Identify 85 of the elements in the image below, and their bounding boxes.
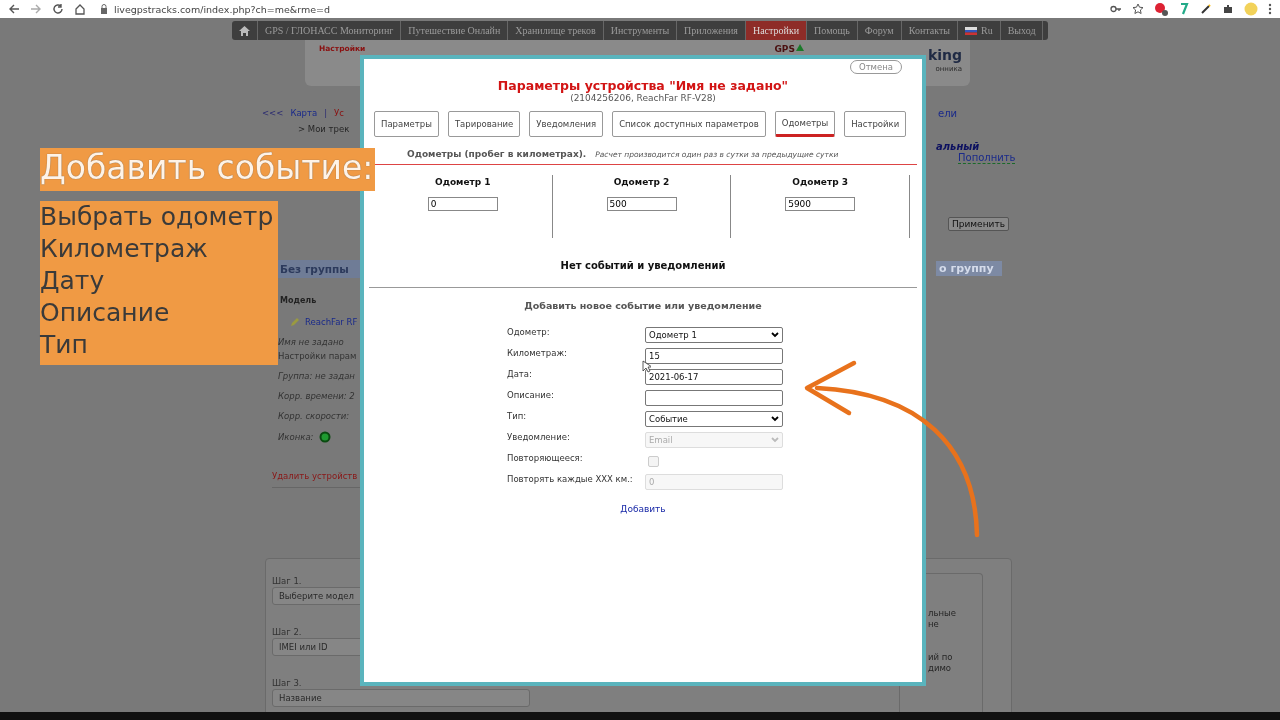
step-label: Шаг 2. [272, 627, 303, 637]
odometer-label: Одометр 2 [613, 177, 670, 187]
device-info: Настройки парам [278, 351, 358, 361]
dialog-title: Параметры устройства "Имя не задано" [496, 78, 790, 93]
info-text: льные [928, 608, 957, 619]
lock-icon [100, 4, 108, 14]
nav-item[interactable]: Настройки [745, 21, 808, 40]
cancel-button[interactable]: Отмена [849, 60, 902, 74]
step-label: Шаг 1. [272, 576, 303, 586]
step-label: Шаг 3. [272, 678, 303, 688]
field-label: Описание: [507, 390, 555, 400]
top-up-link[interactable]: Пополнить [958, 152, 1016, 164]
field-label: Уведомление: [507, 432, 571, 442]
field-label: Одометр: [507, 327, 551, 337]
tab[interactable]: Одометры [774, 111, 836, 137]
breadcrumb-link[interactable]: Ус [334, 108, 344, 118]
flag-icon [965, 26, 977, 35]
input-field[interactable]: 500 [606, 197, 677, 211]
breadcrumb-link[interactable]: Карта [290, 108, 318, 118]
input-field[interactable]: 0 [427, 197, 498, 211]
field-label: Километраж: [507, 348, 568, 358]
field-label: Тип: [507, 411, 528, 421]
back-icon[interactable] [8, 3, 20, 15]
tab[interactable]: Настройки [844, 111, 907, 137]
field-label: Повторять каждые XXX км.: [507, 474, 634, 484]
cursor-icon [642, 360, 651, 373]
field-label: Дата: [507, 369, 533, 379]
chevron-icon [771, 416, 779, 422]
info-text: ий по [928, 652, 954, 663]
callout-item: Километраж [40, 233, 209, 265]
home-icon[interactable] [74, 3, 86, 15]
callout-title: Добавить событие: [40, 148, 376, 191]
group-bar: о группу [936, 261, 1002, 276]
tab[interactable]: Тарирование [447, 111, 521, 137]
callout-item: Выбрать одометр [40, 201, 275, 233]
input-field[interactable] [645, 390, 783, 406]
device-info: Корр. скорости: [278, 411, 351, 421]
tab[interactable]: Список доступных параметров [612, 111, 766, 137]
device-info: Имя не задано [278, 337, 345, 347]
callout-item: Описание [40, 297, 171, 329]
menu-icon[interactable] [1268, 3, 1272, 15]
brand-name: king [927, 46, 962, 65]
odometer-label: Одометр 3 [792, 177, 848, 187]
breadcrumb-text: | [324, 108, 328, 118]
gps-label: GPS [774, 44, 795, 54]
home-icon [239, 25, 250, 36]
input-field[interactable]: 5900 [785, 197, 856, 211]
apply-button[interactable]: Применить [948, 217, 1009, 231]
star-icon[interactable] [1132, 3, 1144, 15]
tariff-name: альный [936, 141, 981, 152]
field-label: Повторяющееся: [507, 453, 584, 463]
form-title: Добавить новое событие или уведомление [523, 300, 763, 311]
device-link[interactable]: ReachFar RF [305, 317, 358, 327]
odometer-label: Одометр 1 [435, 177, 491, 187]
info-text: димо [928, 663, 952, 674]
status-dot-icon [319, 431, 332, 443]
empty-message: Нет событий и уведомлений [369, 260, 917, 288]
dialog-subtitle: (2104256206, ReachFar RF-V28) [569, 93, 717, 103]
arrow-up-icon [795, 44, 804, 51]
section-heading: Одометры (пробег в километрах). [407, 149, 587, 159]
breadcrumb-path: > Мои трек [298, 124, 351, 134]
device-info: Группа: не задан [278, 371, 356, 381]
callout-item: Тип [40, 329, 89, 361]
input-field[interactable]: 15 [645, 348, 783, 364]
tab[interactable]: Уведомления [529, 111, 604, 137]
reload-icon[interactable] [52, 3, 64, 15]
chevron-icon [771, 332, 779, 338]
input-field[interactable]: Название [272, 689, 530, 707]
icon-label: Иконка: [278, 432, 314, 442]
input-field[interactable]: 2021-06-17 [645, 369, 783, 385]
column-header: Модель [280, 296, 318, 305]
nav-item[interactable]: Выход [1000, 21, 1044, 40]
chevron-icon [771, 437, 779, 443]
model-link[interactable]: ели [938, 108, 1016, 119]
key-icon[interactable] [1110, 3, 1122, 15]
extension-icon[interactable] [1154, 2, 1168, 16]
tab[interactable]: Параметры [374, 111, 439, 137]
callout-item: Дату [40, 265, 106, 297]
dropdown[interactable]: Одометр 1 [645, 327, 783, 343]
breadcrumb-text: <<< [262, 108, 284, 118]
device-info: Корр. времени: 2 [278, 391, 356, 401]
info-text: не [928, 619, 940, 630]
dropdown[interactable]: Событие [645, 411, 783, 427]
add-link[interactable]: Добавить [620, 504, 666, 514]
pen-icon[interactable] [1200, 3, 1212, 15]
